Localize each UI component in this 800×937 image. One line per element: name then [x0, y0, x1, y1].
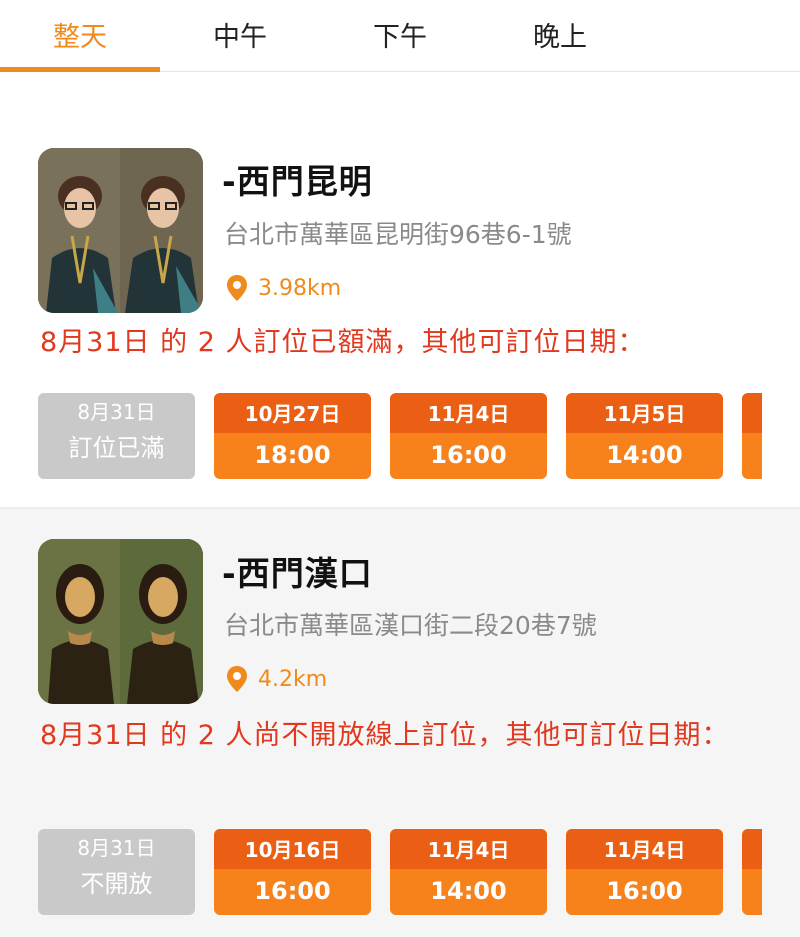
timeslot-time: 16:00 — [254, 877, 331, 905]
unavailable-date: 8月31日 — [77, 836, 156, 860]
timeslot-time: 18:00 — [254, 441, 331, 469]
timeslot-button[interactable]: 11月5日 14:00 — [566, 393, 723, 479]
availability-notice: 8月31日 的 2 人訂位已額滿，其他可訂位日期： — [40, 327, 646, 358]
distance-label: 4.2km — [258, 666, 328, 692]
timeslot-date: 10月16日 — [214, 829, 371, 869]
restaurant-card[interactable]: -西門漢口 台北市萬華區漢口街二段20巷7號 4.2km 8月31日 的 2 人… — [0, 507, 800, 937]
restaurant-address: 台北市萬華區漢口街二段20巷7號 — [224, 611, 597, 640]
timeslot-date: 10月27日 — [214, 393, 371, 433]
location-pin-icon — [227, 666, 247, 692]
timeslot-button[interactable]: 11月4日 16:00 — [566, 829, 723, 915]
timeslot-button[interactable]: 11月4日 16:00 — [390, 393, 547, 479]
tab-afternoon[interactable]: 下午 — [320, 0, 480, 72]
timeslot-time: 14:00 — [606, 441, 683, 469]
tab-noon[interactable]: 中午 — [160, 0, 320, 72]
unavailable-slot: 8月31日 訂位已滿 — [38, 393, 195, 479]
timeslot-button-partial[interactable] — [742, 829, 762, 915]
time-filter-tabs: 整天 中午 下午 晚上 — [0, 0, 800, 72]
timeslot-list: 8月31日 不開放 10月16日 16:00 11月4日 14:00 11月4日… — [38, 829, 800, 917]
unavailable-status: 不開放 — [80, 870, 153, 898]
distance-info: 3.98km — [226, 273, 341, 303]
timeslot-time: 16:00 — [606, 877, 683, 905]
availability-notice: 8月31日 的 2 人尚不開放線上訂位，其他可訂位日期： — [40, 720, 730, 751]
timeslot-date: 11月5日 — [566, 393, 723, 433]
timeslot-list: 8月31日 訂位已滿 10月27日 18:00 11月4日 16:00 11月5… — [38, 393, 800, 481]
distance-label: 3.98km — [258, 275, 342, 301]
unavailable-date: 8月31日 — [77, 400, 156, 424]
timeslot-time: 14:00 — [430, 877, 507, 905]
restaurant-card[interactable]: -西門昆明 台北市萬華區昆明街96巷6-1號 3.98km 8月31日 的 2 … — [0, 73, 800, 507]
restaurant-thumbnail — [38, 148, 203, 313]
tab-evening[interactable]: 晚上 — [480, 0, 640, 72]
timeslot-button[interactable]: 10月16日 16:00 — [214, 829, 371, 915]
restaurant-thumbnail — [38, 539, 203, 704]
restaurant-name[interactable]: -西門昆明 — [222, 155, 373, 203]
timeslot-time: 16:00 — [430, 441, 507, 469]
timeslot-button-partial[interactable] — [742, 393, 762, 479]
tab-all-day[interactable]: 整天 — [0, 0, 160, 72]
timeslot-date: 11月4日 — [390, 393, 547, 433]
restaurant-name[interactable]: -西門漢口 — [222, 547, 373, 595]
unavailable-status: 訂位已滿 — [68, 434, 165, 462]
active-tab-indicator — [0, 67, 160, 72]
location-pin-icon — [227, 275, 247, 301]
timeslot-button[interactable]: 11月4日 14:00 — [390, 829, 547, 915]
restaurant-address: 台北市萬華區昆明街96巷6-1號 — [224, 220, 572, 249]
timeslot-button[interactable]: 10月27日 18:00 — [214, 393, 371, 479]
unavailable-slot: 8月31日 不開放 — [38, 829, 195, 915]
timeslot-date: 11月4日 — [390, 829, 547, 869]
timeslot-date: 11月4日 — [566, 829, 723, 869]
distance-info: 4.2km — [226, 664, 327, 694]
